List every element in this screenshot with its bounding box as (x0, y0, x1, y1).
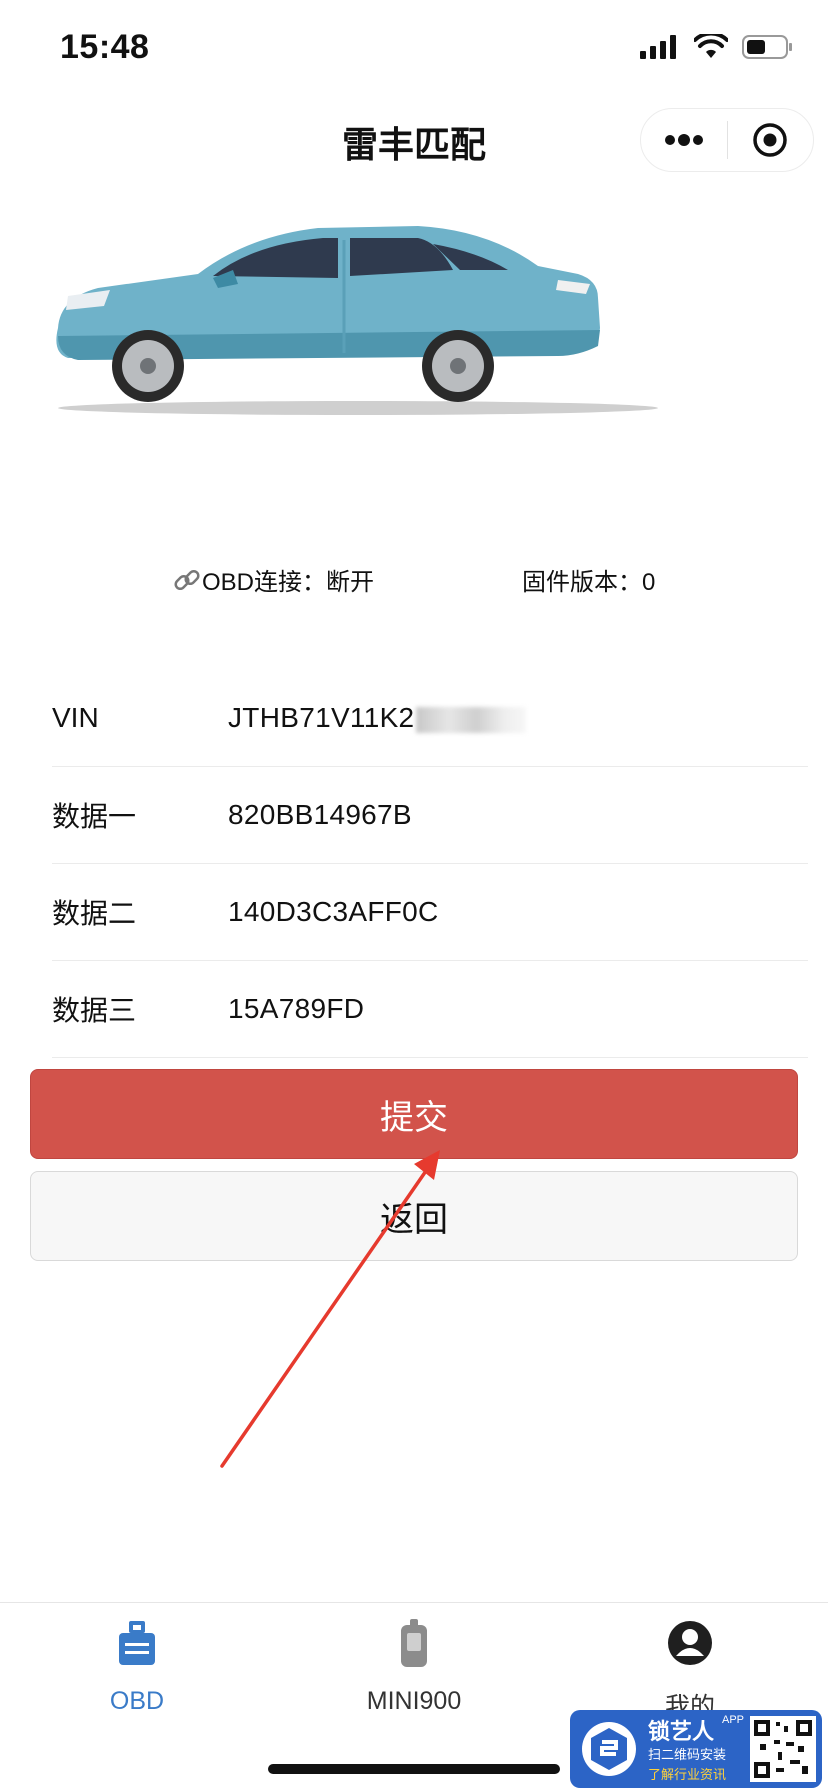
more-dots-icon (664, 134, 703, 146)
data-row-1: 数据一 820BB14967B (52, 767, 808, 864)
connection-info-row: OBD连接：断开 固件版本：0 (0, 562, 828, 596)
tab-label: OBD (109, 1687, 165, 1715)
target-close-icon (753, 123, 787, 157)
field-label: VIN (52, 702, 99, 733)
car-illustration (56, 226, 658, 415)
status-time: 15:48 (60, 28, 150, 66)
field-value: JTHB71V11K2 (228, 702, 527, 734)
cellular-signal-icon (640, 35, 676, 59)
status-bar: 15:48 (0, 0, 828, 100)
wifi-icon (694, 34, 728, 58)
link-icon (174, 569, 200, 590)
back-button[interactable]: 返回 (30, 1171, 798, 1261)
brand-logo-icon (582, 1722, 636, 1776)
data-row-2: 数据二 140D3C3AFF0C (52, 864, 808, 961)
field-label: 数据二 (52, 898, 137, 929)
field-label: 数据三 (52, 995, 137, 1026)
data-row-3: 数据三 15A789FD (52, 961, 808, 1058)
close-mini-program-button[interactable] (728, 109, 814, 171)
status-icons (640, 34, 794, 60)
submit-button[interactable]: 提交 (30, 1069, 798, 1159)
battery-icon (742, 35, 792, 59)
field-value: 15A789FD (228, 993, 365, 1024)
tab-mini900[interactable]: MINI900 (314, 1617, 514, 1716)
field-label: 数据一 (52, 801, 137, 832)
app-screen: 15:48 雷丰匹配 OBD连接：断开 固件版本：0 VIN JTHB71V11… (0, 0, 828, 1792)
obd-connection-status: OBD连接：断开 (172, 562, 374, 597)
firmware-version-text: 固件版本：0 (522, 569, 656, 596)
watermark-line1: 扫二维码安装 (648, 1747, 727, 1762)
watermark-app-tag: APP (722, 1714, 745, 1726)
tab-label: MINI900 (366, 1687, 462, 1715)
obd-icon (37, 1617, 237, 1669)
watermark-badge: 锁艺人 APP 扫二维码安装 了解行业资讯 (570, 1710, 822, 1788)
obd-status-text: OBD连接：断开 (202, 569, 375, 596)
vin-value-text: JTHB71V11K2 (228, 702, 415, 733)
more-button[interactable] (641, 109, 727, 171)
tab-obd[interactable]: OBD (37, 1617, 237, 1716)
vehicle-data-list: VIN JTHB71V11K2 数据一 820BB14967B 数据二 140D… (52, 670, 808, 1058)
watermark-line2: 了解行业资讯 (648, 1767, 727, 1782)
firmware-version: 固件版本：0 (522, 562, 655, 597)
field-value: 140D3C3AFF0C (228, 896, 439, 927)
data-row-vin: VIN JTHB71V11K2 (52, 670, 808, 767)
watermark-brand: 锁艺人 (648, 1719, 715, 1744)
field-value: 820BB14967B (228, 799, 412, 830)
redacted-blur (416, 706, 527, 733)
home-indicator (268, 1764, 560, 1774)
user-icon (590, 1617, 790, 1669)
qr-code-icon (750, 1716, 816, 1782)
mini900-device-icon (314, 1617, 514, 1669)
tab-me[interactable]: 我的 (590, 1617, 790, 1723)
mini-program-capsule (640, 108, 814, 172)
